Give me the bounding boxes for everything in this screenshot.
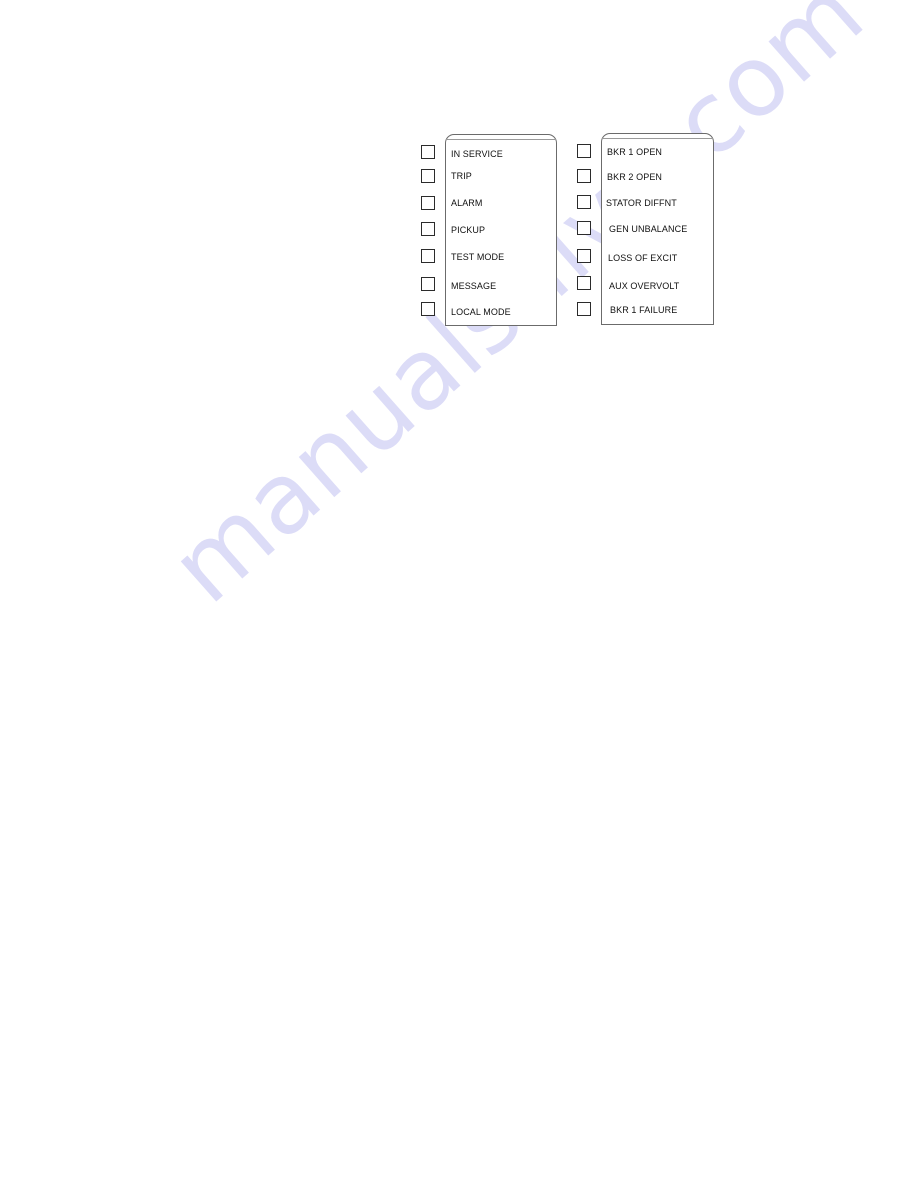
label-bkr-2-open: BKR 2 OPEN — [607, 172, 663, 182]
led-indicator-bkr-2-open — [577, 169, 591, 183]
led-indicator-stator-diffnt — [577, 195, 591, 209]
led-indicator-message — [421, 277, 435, 291]
led-indicator-loss-of-excit — [577, 249, 591, 263]
label-message: MESSAGE — [451, 281, 497, 291]
label-pickup: PICKUP — [451, 225, 486, 235]
label-trip: TRIP — [451, 171, 472, 181]
label-gen-unbalance: GEN UNBALANCE — [609, 224, 688, 234]
led-indicator-gen-unbalance — [577, 221, 591, 235]
led-indicator-local-mode — [421, 302, 435, 316]
led-indicator-bkr-1-failure — [577, 302, 591, 316]
led-indicator-trip — [421, 169, 435, 183]
label-aux-overvolt: AUX OVERVOLT — [609, 281, 680, 291]
led-indicator-bkr-1-open — [577, 144, 591, 158]
label-bkr-1-failure: BKR 1 FAILURE — [610, 305, 678, 315]
label-bkr-1-open: BKR 1 OPEN — [607, 147, 663, 157]
led-indicator-pickup — [421, 222, 435, 236]
led-indicator-in-service — [421, 145, 435, 159]
label-alarm: ALARM — [451, 198, 483, 208]
led-indicator-alarm — [421, 196, 435, 210]
label-in-service: IN SERVICE — [451, 149, 503, 159]
led-indicator-test-mode — [421, 249, 435, 263]
label-test-mode: TEST MODE — [451, 252, 505, 262]
label-loss-of-excit: LOSS OF EXCIT — [608, 253, 678, 263]
led-indicator-aux-overvolt — [577, 276, 591, 290]
label-local-mode: LOCAL MODE — [451, 307, 511, 317]
label-stator-diffnt: STATOR DIFFNT — [606, 198, 677, 208]
